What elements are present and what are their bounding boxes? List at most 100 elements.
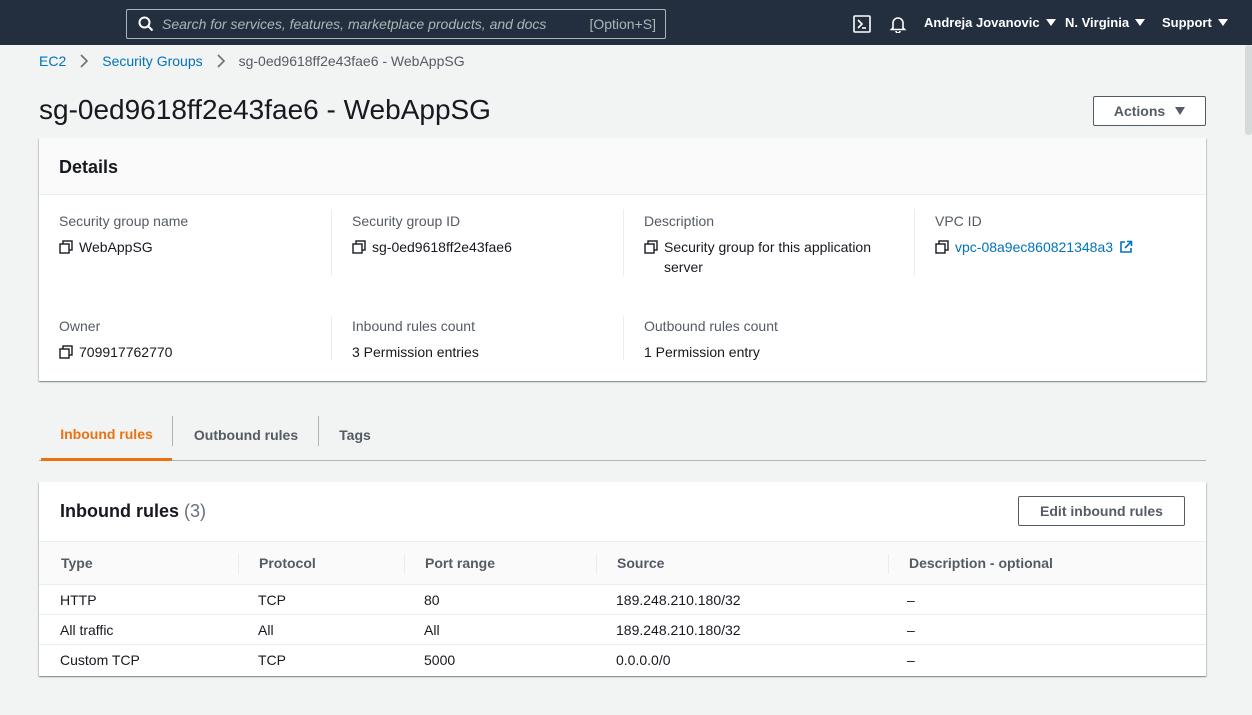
field-value: 1 Permission entry xyxy=(644,344,760,360)
table-row[interactable]: Custom TCP TCP 5000 0.0.0.0/0 – xyxy=(39,645,1206,675)
cell-type: Custom TCP xyxy=(60,652,140,668)
search-input[interactable]: Search for services, features, marketpla… xyxy=(162,16,589,32)
bell-icon[interactable] xyxy=(889,15,907,33)
cell-source: 189.248.210.180/32 xyxy=(616,622,741,638)
field-value: 3 Permission entries xyxy=(352,344,479,360)
user-name: Andreja Jovanovic xyxy=(924,15,1040,30)
cell-port-range: All xyxy=(424,622,440,638)
cell-source: 0.0.0.0/0 xyxy=(616,652,671,668)
field-description: Description Security group for this appl… xyxy=(644,213,894,277)
cell-source: 189.248.210.180/32 xyxy=(616,592,741,608)
region-menu[interactable]: N. Virginia xyxy=(1065,15,1146,30)
inbound-rules-count: (3) xyxy=(184,501,207,521)
divider xyxy=(623,209,624,276)
chevron-down-icon xyxy=(1175,107,1186,115)
field-value: 709917762770 xyxy=(79,344,173,360)
cell-port-range: 5000 xyxy=(424,652,456,668)
scrollbar[interactable] xyxy=(1245,45,1252,135)
actions-button[interactable]: Actions xyxy=(1093,96,1206,126)
field-label: Security group name xyxy=(59,213,189,229)
field-owner: Owner 709917762770 xyxy=(59,318,319,362)
copy-icon[interactable] xyxy=(352,240,366,254)
field-label: Outbound rules count xyxy=(644,318,778,334)
breadcrumb-current: sg-0ed9618ff2e43fae6 - WebAppSG xyxy=(238,53,465,69)
copy-icon[interactable] xyxy=(59,240,73,254)
support-menu[interactable]: Support xyxy=(1162,15,1228,30)
field-security-group-name: Security group name WebAppSG xyxy=(59,213,319,257)
column-divider[interactable] xyxy=(888,554,889,574)
field-label: Description xyxy=(644,213,715,229)
cloudshell-icon[interactable] xyxy=(853,15,871,33)
field-outbound-rules-count: Outbound rules count 1 Permission entry xyxy=(644,318,904,362)
vpc-link[interactable]: vpc-08a9ec860821348a3 xyxy=(955,237,1113,257)
copy-icon[interactable] xyxy=(59,345,73,359)
details-title: Details xyxy=(59,157,119,177)
top-navigation: Search for services, features, marketpla… xyxy=(0,0,1252,45)
tab-tags[interactable]: Tags xyxy=(319,410,391,460)
divider xyxy=(623,316,624,360)
field-value: sg-0ed9618ff2e43fae6 xyxy=(372,239,512,255)
edit-inbound-rules-button[interactable]: Edit inbound rules xyxy=(1018,496,1185,526)
field-value: WebAppSG xyxy=(79,239,153,255)
search-icon xyxy=(138,16,154,32)
tab-bar: Inbound rules Outbound rules Tags xyxy=(39,410,1206,461)
copy-icon[interactable] xyxy=(644,240,658,254)
cell-port-range: 80 xyxy=(424,592,440,608)
chevron-down-icon xyxy=(1045,19,1056,26)
copy-icon[interactable] xyxy=(935,240,949,254)
breadcrumb-ec2[interactable]: EC2 xyxy=(39,53,66,69)
inbound-rules-title-text: Inbound rules xyxy=(60,501,179,521)
chevron-down-icon xyxy=(1217,19,1228,26)
actions-label: Actions xyxy=(1113,103,1166,119)
details-header: Details xyxy=(39,138,1206,195)
search-bar[interactable]: Search for services, features, marketpla… xyxy=(126,9,666,39)
divider xyxy=(331,209,332,276)
chevron-right-icon xyxy=(80,54,89,68)
cell-type: HTTP xyxy=(60,592,97,608)
column-header-type[interactable]: Type xyxy=(61,555,93,571)
region-name: N. Virginia xyxy=(1065,15,1130,30)
search-shortcut: [Option+S] xyxy=(589,16,656,32)
field-vpc-id: VPC ID vpc-08a9ec860821348a3 xyxy=(935,213,1195,257)
cell-protocol: TCP xyxy=(258,592,286,608)
inbound-rules-panel: Inbound rules (3) Edit inbound rules Typ… xyxy=(39,482,1206,676)
field-label: Inbound rules count xyxy=(352,318,475,334)
page-title: sg-0ed9618ff2e43fae6 - WebAppSG xyxy=(39,94,491,125)
chevron-down-icon xyxy=(1135,19,1146,26)
table-header: Type Protocol Port range Source Descript… xyxy=(39,541,1206,585)
divider xyxy=(914,209,915,276)
column-header-port-range[interactable]: Port range xyxy=(425,555,495,571)
support-label: Support xyxy=(1162,15,1212,30)
cell-description: – xyxy=(907,592,915,608)
inbound-rules-title: Inbound rules (3) xyxy=(60,501,206,522)
table-row[interactable]: All traffic All All 189.248.210.180/32 – xyxy=(39,615,1206,645)
cell-protocol: TCP xyxy=(258,652,286,668)
column-divider[interactable] xyxy=(404,554,405,574)
field-label: Owner xyxy=(59,318,101,334)
user-menu[interactable]: Andreja Jovanovic xyxy=(924,15,1056,30)
field-label: Security group ID xyxy=(352,213,461,229)
column-header-source[interactable]: Source xyxy=(617,555,664,571)
cell-description: – xyxy=(907,622,915,638)
column-divider[interactable] xyxy=(238,554,239,574)
field-security-group-id: Security group ID sg-0ed9618ff2e43fae6 xyxy=(352,213,612,257)
chevron-right-icon xyxy=(217,54,225,68)
details-panel: Details Security group name WebAppSG Sec… xyxy=(39,138,1206,381)
tab-outbound-rules[interactable]: Outbound rules xyxy=(173,410,319,460)
column-divider[interactable] xyxy=(596,554,597,574)
table-row[interactable]: HTTP TCP 80 189.248.210.180/32 – xyxy=(39,585,1206,615)
column-header-protocol[interactable]: Protocol xyxy=(259,555,316,571)
field-value: Security group for this application serv… xyxy=(664,239,871,275)
field-label: VPC ID xyxy=(935,213,982,229)
cell-protocol: All xyxy=(258,622,274,638)
field-inbound-rules-count: Inbound rules count 3 Permission entries xyxy=(352,318,612,362)
tab-inbound-rules[interactable]: Inbound rules xyxy=(41,410,172,461)
cell-type: All traffic xyxy=(60,622,114,638)
cell-description: – xyxy=(907,652,915,668)
external-link-icon[interactable] xyxy=(1119,240,1133,254)
column-header-description[interactable]: Description - optional xyxy=(909,555,1053,571)
inbound-rules-header: Inbound rules (3) Edit inbound rules xyxy=(39,482,1206,542)
breadcrumb-security-groups[interactable]: Security Groups xyxy=(102,53,202,69)
divider xyxy=(331,316,332,360)
breadcrumb: EC2 Security Groups sg-0ed9618ff2e43fae6… xyxy=(39,53,465,69)
